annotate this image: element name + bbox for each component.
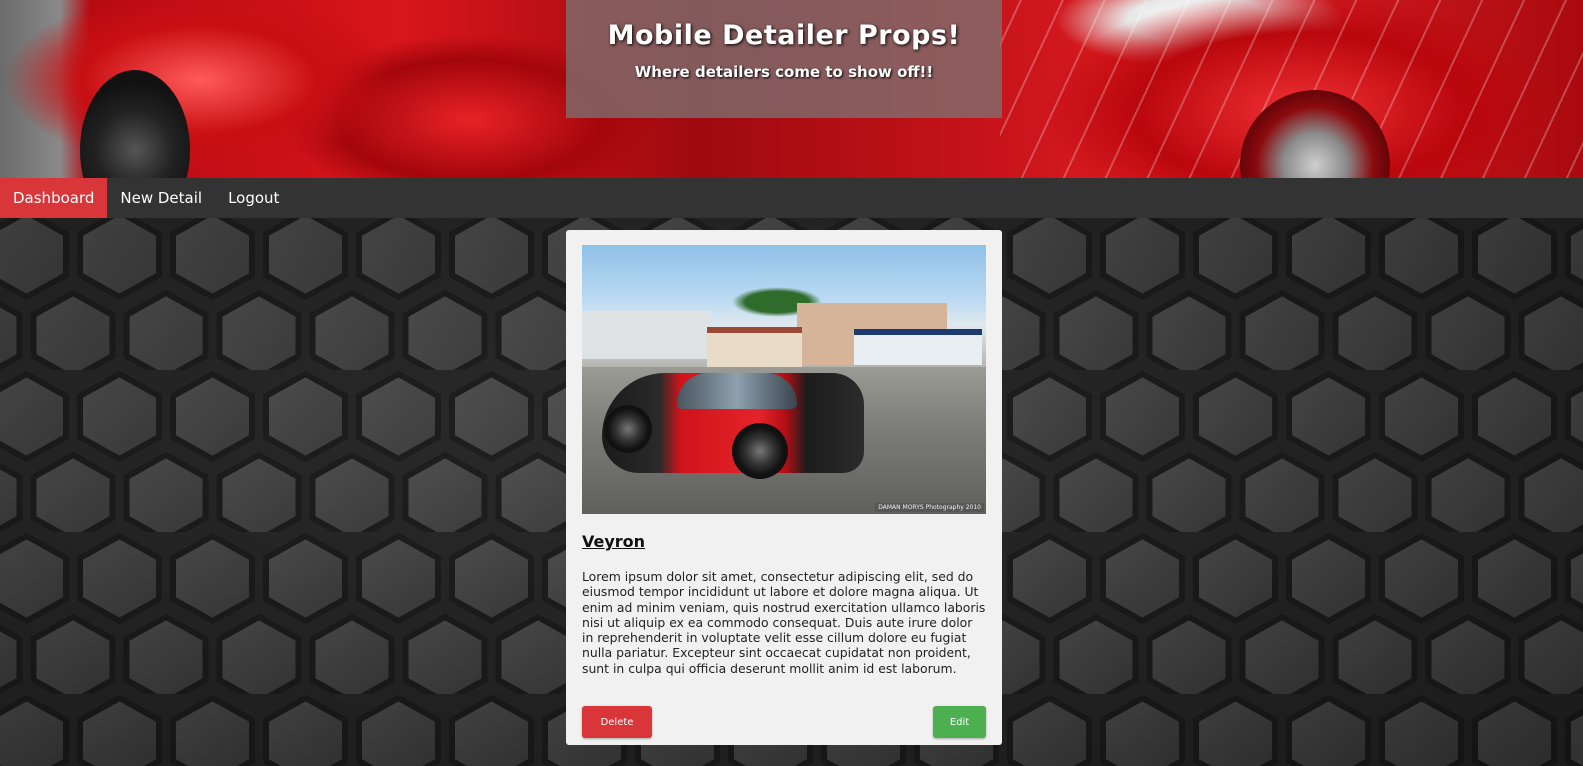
car-description: Lorem ipsum dolor sit amet, consectetur … [582,569,986,676]
header-banner: Mobile Detailer Props! Where detailers c… [0,0,1583,178]
photo-car-wheel [732,423,788,479]
photo-credit: DAMAN MORYS Photography 2010 [875,503,984,512]
site-subtitle: Where detailers come to show off!! [634,63,934,81]
nav-item-logout[interactable]: Logout [215,178,292,218]
main-nav: Dashboard New Detail Logout [0,178,1583,218]
nav-item-dashboard[interactable]: Dashboard [0,178,108,218]
photo-building [582,311,712,359]
nav-item-new-detail[interactable]: New Detail [107,178,215,218]
car-photo: DAMAN MORYS Photography 2010 [582,245,986,514]
photo-dealership [854,329,982,365]
site-title: Mobile Detailer Props! [607,20,961,51]
photo-car-windows [677,373,797,409]
delete-button[interactable]: Delete [582,706,652,738]
detail-card: DAMAN MORYS Photography 2010 Veyron Lore… [566,230,1002,745]
photo-building [707,327,802,367]
edit-button[interactable]: Edit [933,706,986,738]
photo-car-wheel [604,405,652,453]
title-box: Mobile Detailer Props! Where detailers c… [566,0,1002,118]
car-name-link[interactable]: Veyron [582,532,645,551]
banner-car-wheel [80,70,190,178]
